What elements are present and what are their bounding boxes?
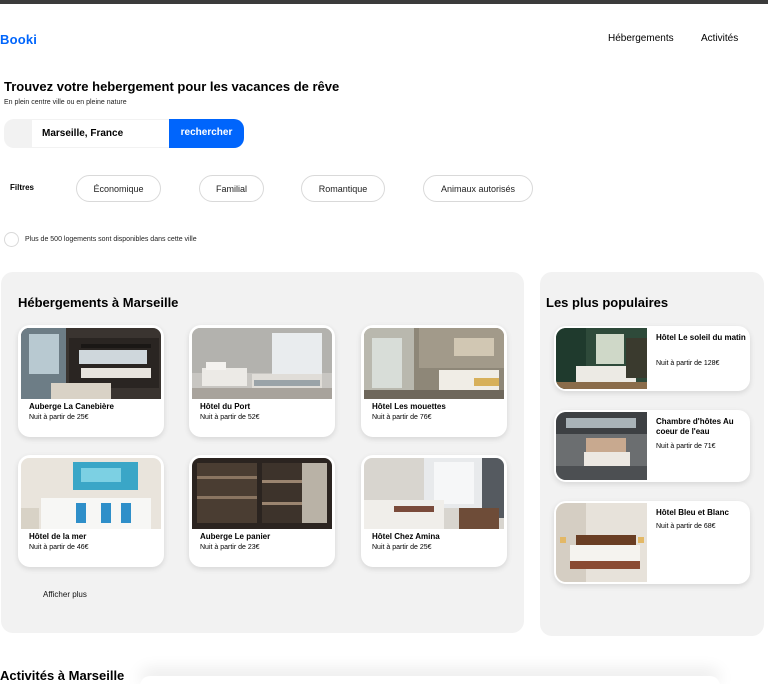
accommodation-card[interactable]: Hôtel Les mouettes Nuit à partir de 76€ (361, 325, 507, 437)
card-name: Hôtel du Port (200, 402, 251, 411)
accommodation-card[interactable]: Auberge La Canebière Nuit à partir de 25… (18, 325, 164, 437)
accommodation-card[interactable]: Hôtel de la mer Nuit à partir de 46€ (18, 455, 164, 567)
popular-name: Hôtel Bleu et Blanc (656, 508, 729, 517)
card-name: Auberge La Canebière (29, 402, 114, 411)
accommodation-card[interactable]: Hôtel Chez Amina Nuit à partir de 25€ (361, 455, 507, 567)
activities-card-edge (140, 676, 720, 684)
popular-card[interactable]: Hôtel Le soleil du matin Nuit à partir d… (554, 326, 750, 391)
card-name: Hôtel Les mouettes (372, 402, 446, 411)
activites-title: Activités à Marseille (0, 668, 125, 683)
card-price: Nuit à partir de 76€ (372, 414, 432, 421)
hero-title: Trouvez votre hebergement pour les vacan… (4, 79, 340, 94)
booki-logo[interactable]: Booki (0, 32, 37, 47)
populaires-section: Les plus populaires Hôtel Le soleil du m… (540, 272, 764, 636)
show-more-link[interactable]: Afficher plus (43, 590, 87, 599)
room-photo (21, 328, 161, 399)
popular-card[interactable]: Hôtel Bleu et Blanc Nuit à partir de 68€ (554, 501, 750, 584)
nav-activites[interactable]: Activités (701, 33, 738, 44)
card-price: Nuit à partir de 23€ (200, 544, 260, 551)
filter-familial[interactable]: Familial (199, 175, 264, 202)
popular-price: Nuit à partir de 68€ (656, 523, 716, 530)
popular-name: Chambre d'hôtes Au coeur de l'eau (656, 417, 734, 436)
search-bar: Marseille, France rechercher (4, 119, 244, 148)
card-price: Nuit à partir de 25€ (29, 414, 89, 421)
hebergements-title: Hébergements à Marseille (18, 295, 179, 310)
card-price: Nuit à partir de 52€ (200, 414, 260, 421)
popular-card[interactable]: Chambre d'hôtes Au coeur de l'eau Nuit à… (554, 410, 750, 482)
hebergements-section: Hébergements à Marseille Auberge La Cane… (1, 272, 524, 633)
filter-romantique[interactable]: Romantique (301, 175, 385, 202)
room-photo (556, 503, 647, 582)
card-price: Nuit à partir de 25€ (372, 544, 432, 551)
search-button[interactable]: rechercher (169, 119, 244, 148)
room-photo (21, 458, 161, 529)
room-photo (364, 458, 504, 529)
search-input[interactable]: Marseille, France (32, 119, 169, 148)
popular-price: Nuit à partir de 71€ (656, 443, 716, 450)
card-name: Hôtel Chez Amina (372, 532, 440, 541)
filter-economique[interactable]: Économique (76, 175, 161, 202)
room-photo (364, 328, 504, 399)
populaires-title: Les plus populaires (546, 295, 669, 310)
accommodation-card[interactable]: Hôtel du Port Nuit à partir de 52€ (189, 325, 335, 437)
availability-text: Plus de 500 logements sont disponibles d… (25, 236, 197, 243)
room-photo (192, 328, 332, 399)
accommodation-card[interactable]: Auberge Le panier Nuit à partir de 23€ (189, 455, 335, 567)
hero-subtitle: En plein centre ville ou en pleine natur… (4, 99, 127, 106)
info-icon (4, 232, 19, 247)
room-photo (556, 412, 647, 480)
popular-price: Nuit à partir de 128€ (656, 360, 720, 367)
window-top-bar (0, 0, 768, 4)
location-icon (4, 119, 32, 148)
card-price: Nuit à partir de 46€ (29, 544, 89, 551)
filter-animaux[interactable]: Animaux autorisés (423, 175, 533, 202)
popular-name: Hôtel Le soleil du matin (656, 333, 746, 342)
room-photo (192, 458, 332, 529)
card-name: Hôtel de la mer (29, 532, 87, 541)
nav-hebergements[interactable]: Hébergements (608, 33, 674, 44)
filters-label: Filtres (10, 183, 35, 192)
card-name: Auberge Le panier (200, 532, 271, 541)
room-photo (556, 328, 647, 389)
